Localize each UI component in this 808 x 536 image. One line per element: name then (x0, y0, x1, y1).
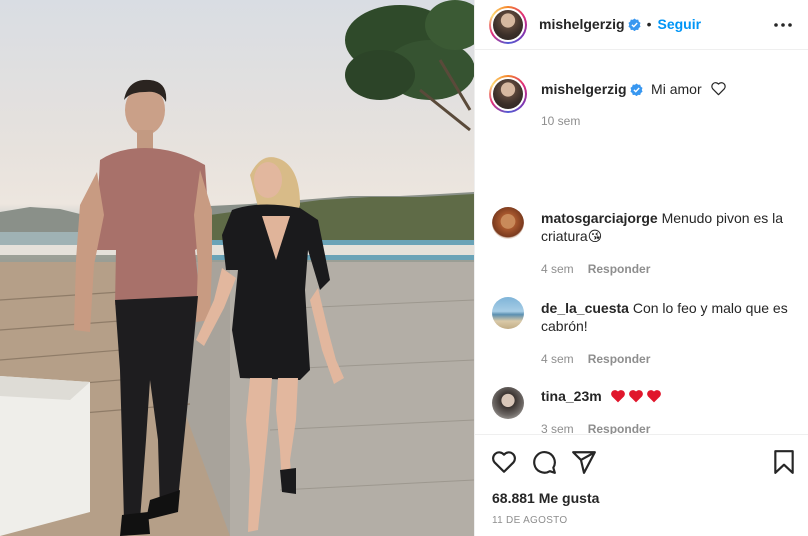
author-avatar-photo (493, 10, 523, 40)
author-avatar[interactable] (489, 6, 527, 44)
share-icon[interactable] (571, 449, 597, 475)
commenter-avatar[interactable] (492, 207, 524, 239)
heart-emoji-icon (626, 388, 644, 404)
header-user-line: mishelgerzig • Seguir (539, 16, 701, 34)
bookmark-icon[interactable] (771, 449, 797, 475)
comment-meta: 4 sem Responder (541, 350, 650, 368)
verified-badge-icon (628, 18, 641, 31)
comment-meta: 4 sem Responder (541, 260, 650, 278)
comment-username[interactable]: de_la_cuesta (541, 300, 629, 316)
heart-outline-icon (711, 82, 726, 96)
comments-list[interactable]: mishelgerzig Mi amor 10 sem matosgarciaj… (475, 50, 808, 434)
comment-body: tina_23m (541, 387, 791, 405)
comment-body: de_la_cuesta Con lo feo y malo que es ca… (541, 299, 791, 335)
caption-age: 10 sem (541, 114, 581, 128)
header-separator: • (646, 16, 652, 32)
caption-username[interactable]: mishelgerzig (541, 81, 627, 97)
post-date[interactable]: 11 de agosto (492, 515, 567, 526)
comment-age: 4 sem (541, 262, 574, 276)
caption-text: Mi amor (651, 81, 702, 97)
more-options-icon[interactable] (773, 18, 793, 32)
caption-author-avatar-photo (493, 79, 523, 109)
reply-button[interactable]: Responder (588, 422, 651, 434)
post-photo-scene (0, 0, 474, 536)
comment-meta: 3 sem Responder (541, 420, 650, 434)
comment-body: matosgarciajorge Menudo pivon es la cria… (541, 209, 791, 245)
heart-emoji-icon (610, 388, 626, 404)
comment-age: 4 sem (541, 352, 574, 366)
commenter-avatar[interactable] (492, 387, 524, 419)
reply-button[interactable]: Responder (588, 262, 651, 276)
heart-emoji-icon (644, 388, 662, 404)
post-header: mishelgerzig • Seguir (475, 0, 808, 50)
comment-username[interactable]: matosgarciajorge (541, 210, 658, 226)
comment-age: 3 sem (541, 422, 574, 434)
reply-button[interactable]: Responder (588, 352, 651, 366)
author-username[interactable]: mishelgerzig (539, 16, 625, 32)
post-photo[interactable] (0, 0, 474, 536)
caption: mishelgerzig Mi amor (541, 81, 727, 99)
heart-icon[interactable] (491, 449, 517, 475)
like-count[interactable]: 68.881 Me gusta (492, 490, 599, 506)
comment-icon[interactable] (531, 449, 557, 475)
comment-username[interactable]: tina_23m (541, 388, 602, 404)
post-side-panel: mishelgerzig • Seguir mishelgerzig Mi amor… (474, 0, 808, 536)
verified-badge-icon (630, 83, 643, 96)
follow-button[interactable]: Seguir (658, 16, 702, 32)
commenter-avatar[interactable] (492, 297, 524, 329)
caption-author-avatar[interactable] (489, 75, 527, 113)
